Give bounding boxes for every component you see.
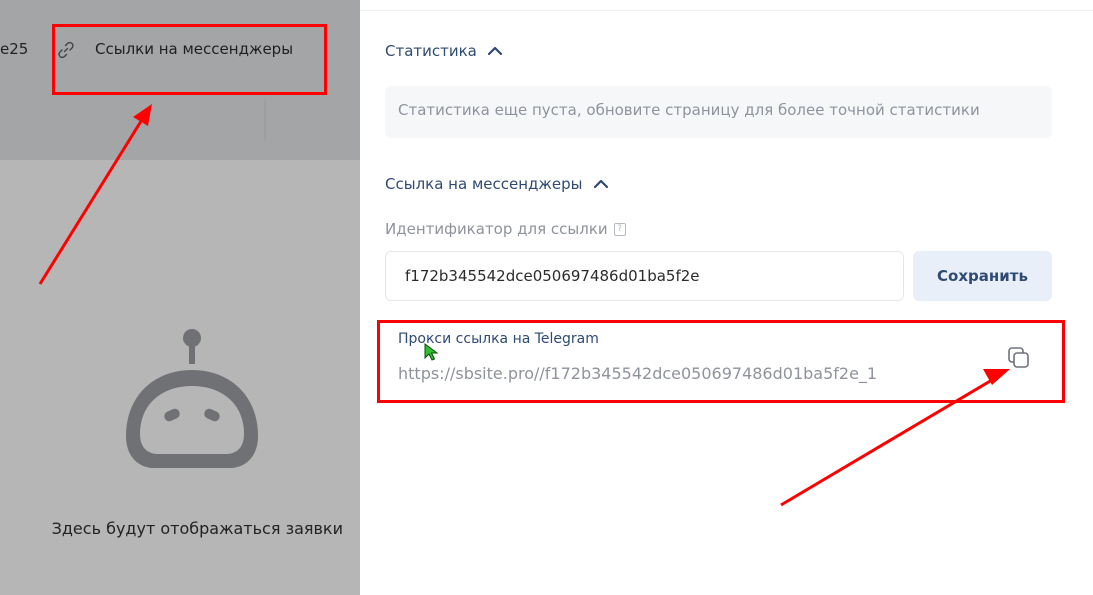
chevron-up-icon: [593, 179, 608, 189]
statistics-title: Статистика: [385, 42, 477, 60]
robot-illustration: [126, 329, 258, 468]
identifier-input[interactable]: [385, 251, 904, 301]
identifier-label-row: Идентификатор для ссылки ?: [385, 220, 626, 238]
workspace-name: e25: [0, 40, 29, 58]
chevron-up-icon: [487, 46, 502, 56]
messenger-link-section-toggle[interactable]: Ссылка на мессенджеры: [385, 175, 609, 193]
empty-requests-text: Здесь будут отображаться заявки: [51, 519, 343, 538]
save-button[interactable]: Сохранить: [913, 251, 1052, 301]
help-icon[interactable]: ?: [613, 222, 626, 236]
identifier-label: Идентификатор для ссылки: [385, 220, 608, 238]
left-divider: [264, 100, 266, 140]
statistics-empty-message: Статистика еще пуста, обновите страницу …: [385, 86, 1052, 138]
annotation-box-proxy-link: [377, 320, 1065, 403]
top-border: [360, 10, 1093, 11]
annotation-box-links-item: [52, 24, 327, 95]
messenger-link-title: Ссылка на мессенджеры: [385, 175, 583, 193]
statistics-section-toggle[interactable]: Статистика: [385, 42, 503, 60]
